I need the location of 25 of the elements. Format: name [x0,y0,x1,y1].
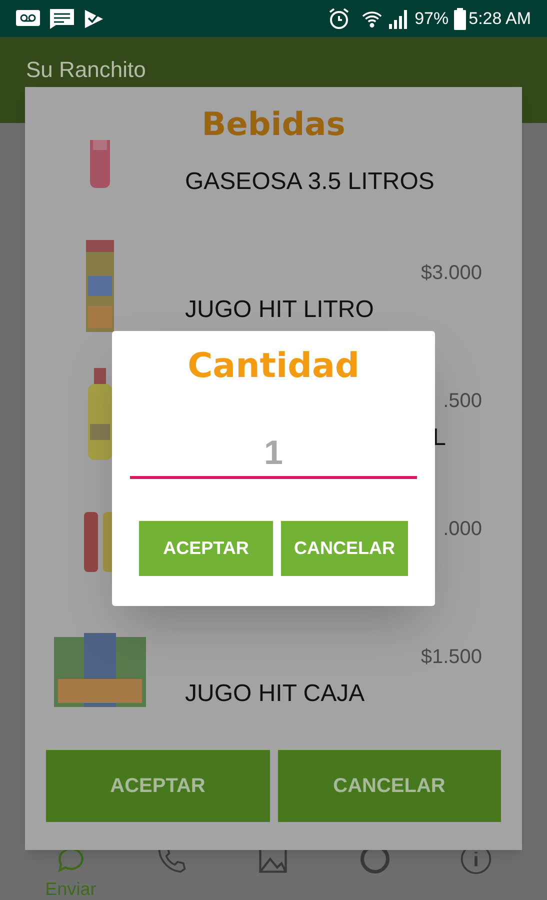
nav-tab[interactable]: Enviar [36,842,106,900]
quantity-field[interactable]: 1 [130,431,417,479]
dialog-button[interactable]: ACEPTAR [46,750,270,822]
product-price: .500 [443,390,482,412]
voicemail-icon [16,10,40,28]
product-name: JUGO HIT LITRO [185,296,374,323]
signal-icon [388,8,409,28]
product-name: JUGO HIT CAJA [185,680,365,707]
dialog-button[interactable]: CANCELAR [281,521,408,576]
dialog-title: Bebidas [202,108,346,140]
product-name: GASEOSA 3.5 LITROS [185,168,434,195]
checkmark-flag-icon [84,8,104,28]
alarm-icon [326,6,351,30]
message-icon [50,8,74,28]
dialog-button[interactable]: CANCELAR [278,750,501,822]
product-price: .000 [443,518,482,540]
wifi-icon [360,10,383,28]
clock: 5:28 AM [468,8,531,30]
battery-icon [454,8,466,30]
product-price: $3.000 [420,262,482,284]
dialog-button[interactable]: ACEPTAR [139,521,273,576]
product-price: $1.500 [420,646,482,668]
battery-percentage: 97% [414,8,449,30]
app-title: Su Ranchito [26,57,146,82]
dialog-title: Cantidad [188,349,360,383]
